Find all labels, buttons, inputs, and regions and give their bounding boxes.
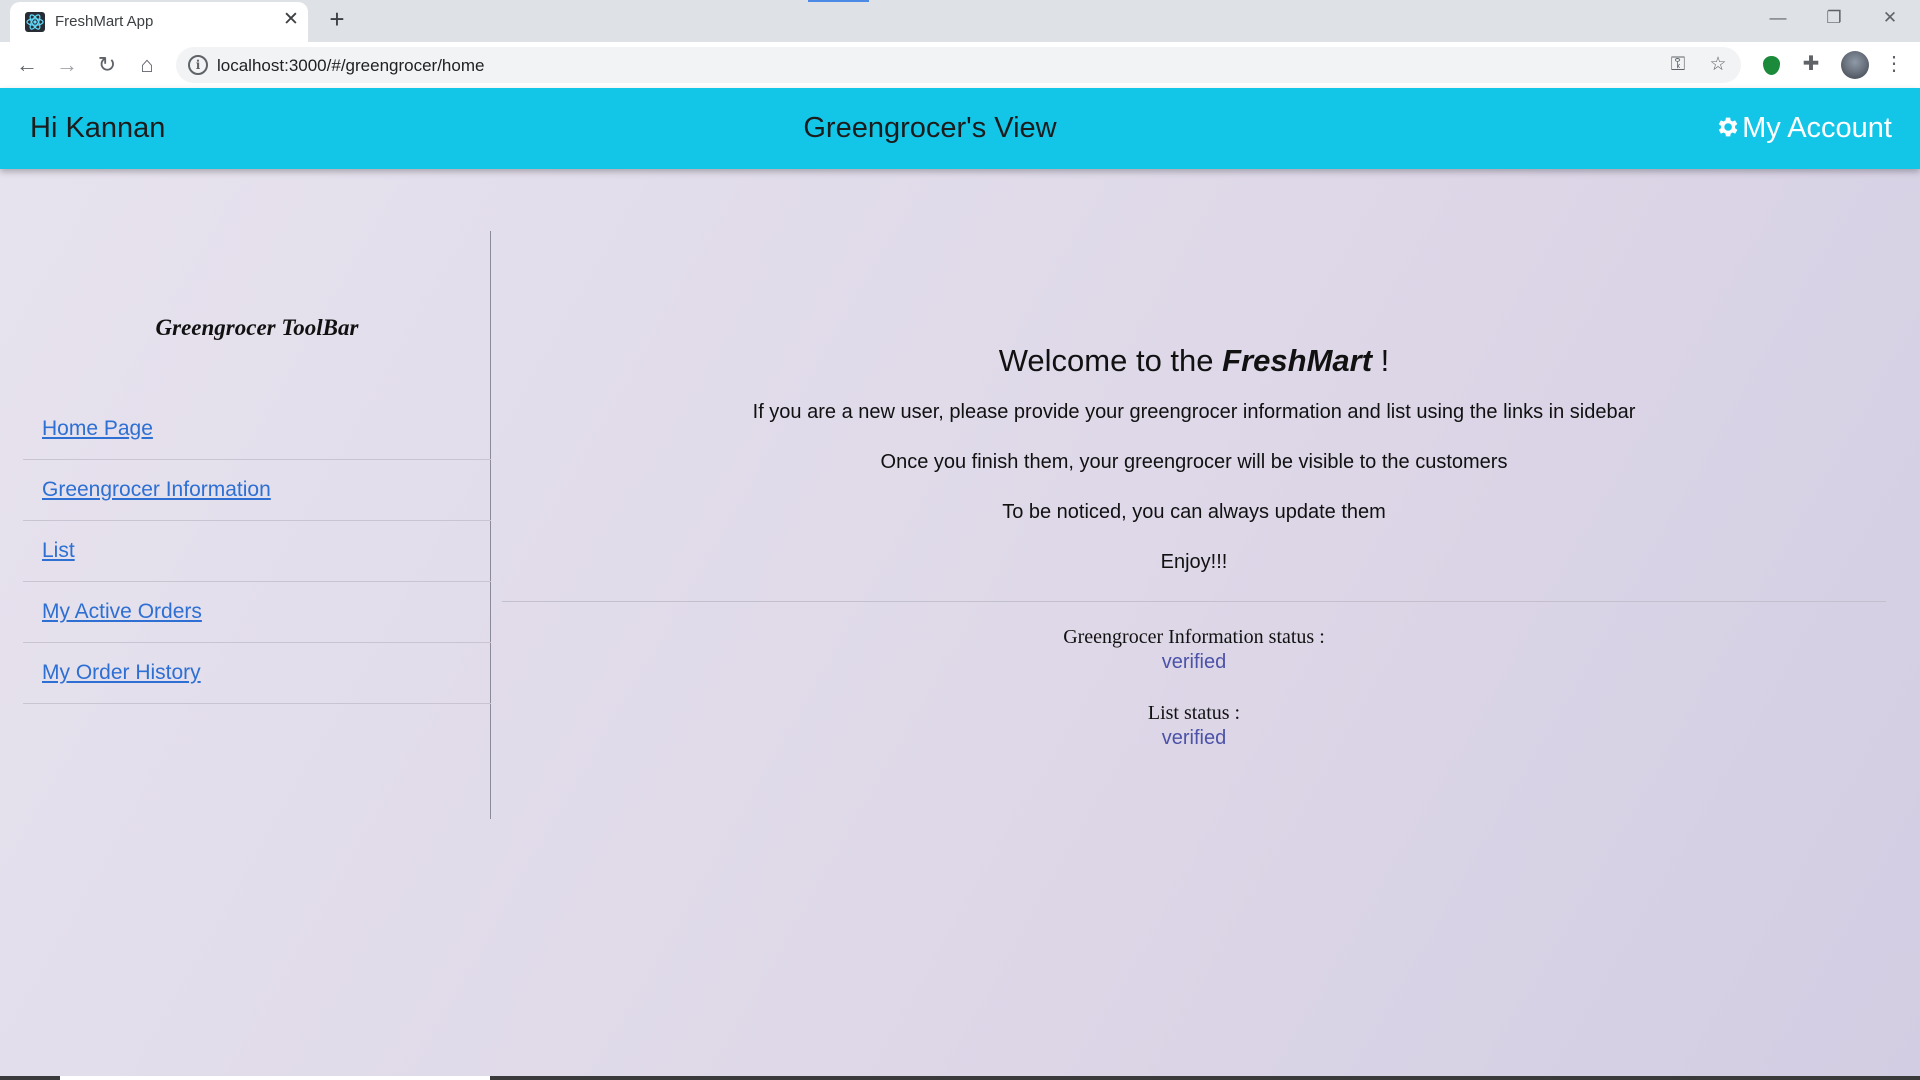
close-window-button[interactable]: ✕ xyxy=(1862,0,1918,36)
my-order-history-link[interactable]: My Order History xyxy=(42,661,201,685)
sidebar-title: Greengrocer ToolBar xyxy=(155,315,359,340)
info-message: If you are a new user, please provide yo… xyxy=(752,401,1636,423)
sidebar: Greengrocer ToolBar Home Page Greengroce… xyxy=(23,231,491,819)
app-body: Hi Kannan Greengrocer's View My Account … xyxy=(0,88,1920,1080)
password-key-icon[interactable]: ⚿ xyxy=(1666,53,1690,77)
greengrocer-info-status-label: Greengrocer Information status : xyxy=(1063,626,1325,648)
browser-toolbar: ← → ↻ ⌂ i localhost:3000/#/greengrocer/h… xyxy=(0,42,1920,88)
tab-close-icon[interactable]: ✕ xyxy=(280,9,302,31)
site-info-icon[interactable]: i xyxy=(188,55,208,75)
reload-button[interactable]: ↻ xyxy=(92,50,122,80)
info-message: To be noticed, you can always update the… xyxy=(1002,501,1386,523)
back-button[interactable]: ← xyxy=(12,50,42,80)
sidebar-list: Home Page Greengrocer Information List M… xyxy=(23,399,491,704)
home-button[interactable]: ⌂ xyxy=(132,50,162,80)
tab-strip-accent xyxy=(808,0,869,2)
sidebar-item-my-order-history: My Order History xyxy=(23,643,491,704)
profile-avatar[interactable] xyxy=(1841,51,1869,79)
my-active-orders-link[interactable]: My Active Orders xyxy=(42,600,202,624)
page-title: Greengrocer's View xyxy=(803,112,1057,144)
home-page-link[interactable]: Home Page xyxy=(42,417,153,441)
welcome-suffix: ! xyxy=(1380,343,1390,378)
brand-name: FreshMart xyxy=(1222,343,1373,378)
my-account-button[interactable]: My Account xyxy=(1714,112,1892,145)
app-header: Hi Kannan Greengrocer's View My Account xyxy=(0,88,1920,169)
taskbar-edge-highlight xyxy=(60,1076,490,1080)
welcome-heading: Welcome to the FreshMart ! xyxy=(502,343,1886,379)
new-tab-button[interactable]: + xyxy=(323,5,351,33)
greengrocer-info-status-value: verified xyxy=(1161,651,1227,673)
gear-icon xyxy=(1718,117,1738,137)
info-message: Once you finish them, your greengrocer w… xyxy=(880,451,1508,473)
browser-menu-icon[interactable]: ⋮ xyxy=(1883,53,1905,75)
react-favicon-icon xyxy=(25,12,45,32)
content-divider xyxy=(502,601,1886,602)
tab-title: FreshMart App xyxy=(55,13,154,30)
restore-button[interactable]: ❐ xyxy=(1806,0,1862,36)
sidebar-item-home-page: Home Page xyxy=(23,399,491,460)
list-status-value: verified xyxy=(1161,727,1227,749)
enjoy-message: Enjoy!!! xyxy=(1160,551,1228,573)
sidebar-item-list: List xyxy=(23,521,491,582)
bookmark-star-icon[interactable]: ☆ xyxy=(1706,53,1730,77)
browser-tab-bar: FreshMart App ✕ + — ❐ ✕ xyxy=(0,0,1920,42)
forward-button[interactable]: → xyxy=(52,50,82,80)
welcome-prefix: Welcome to the xyxy=(998,343,1214,378)
sidebar-item-greengrocer-information: Greengrocer Information xyxy=(23,460,491,521)
list-status-label: List status : xyxy=(1147,702,1241,724)
sidebar-item-my-active-orders: My Active Orders xyxy=(23,582,491,643)
address-bar[interactable]: i localhost:3000/#/greengrocer/home ⚿ ☆ xyxy=(176,47,1741,83)
main-content: Welcome to the FreshMart ! If you are a … xyxy=(502,258,1886,750)
minimize-button[interactable]: — xyxy=(1750,0,1806,36)
extensions-puzzle-icon[interactable]: ✚ xyxy=(1800,53,1822,75)
my-account-label: My Account xyxy=(1742,112,1892,144)
url-text[interactable]: localhost:3000/#/greengrocer/home xyxy=(217,56,484,76)
browser-tab[interactable]: FreshMart App ✕ xyxy=(10,2,308,42)
list-link[interactable]: List xyxy=(42,539,75,563)
greengrocer-information-link[interactable]: Greengrocer Information xyxy=(42,478,271,502)
